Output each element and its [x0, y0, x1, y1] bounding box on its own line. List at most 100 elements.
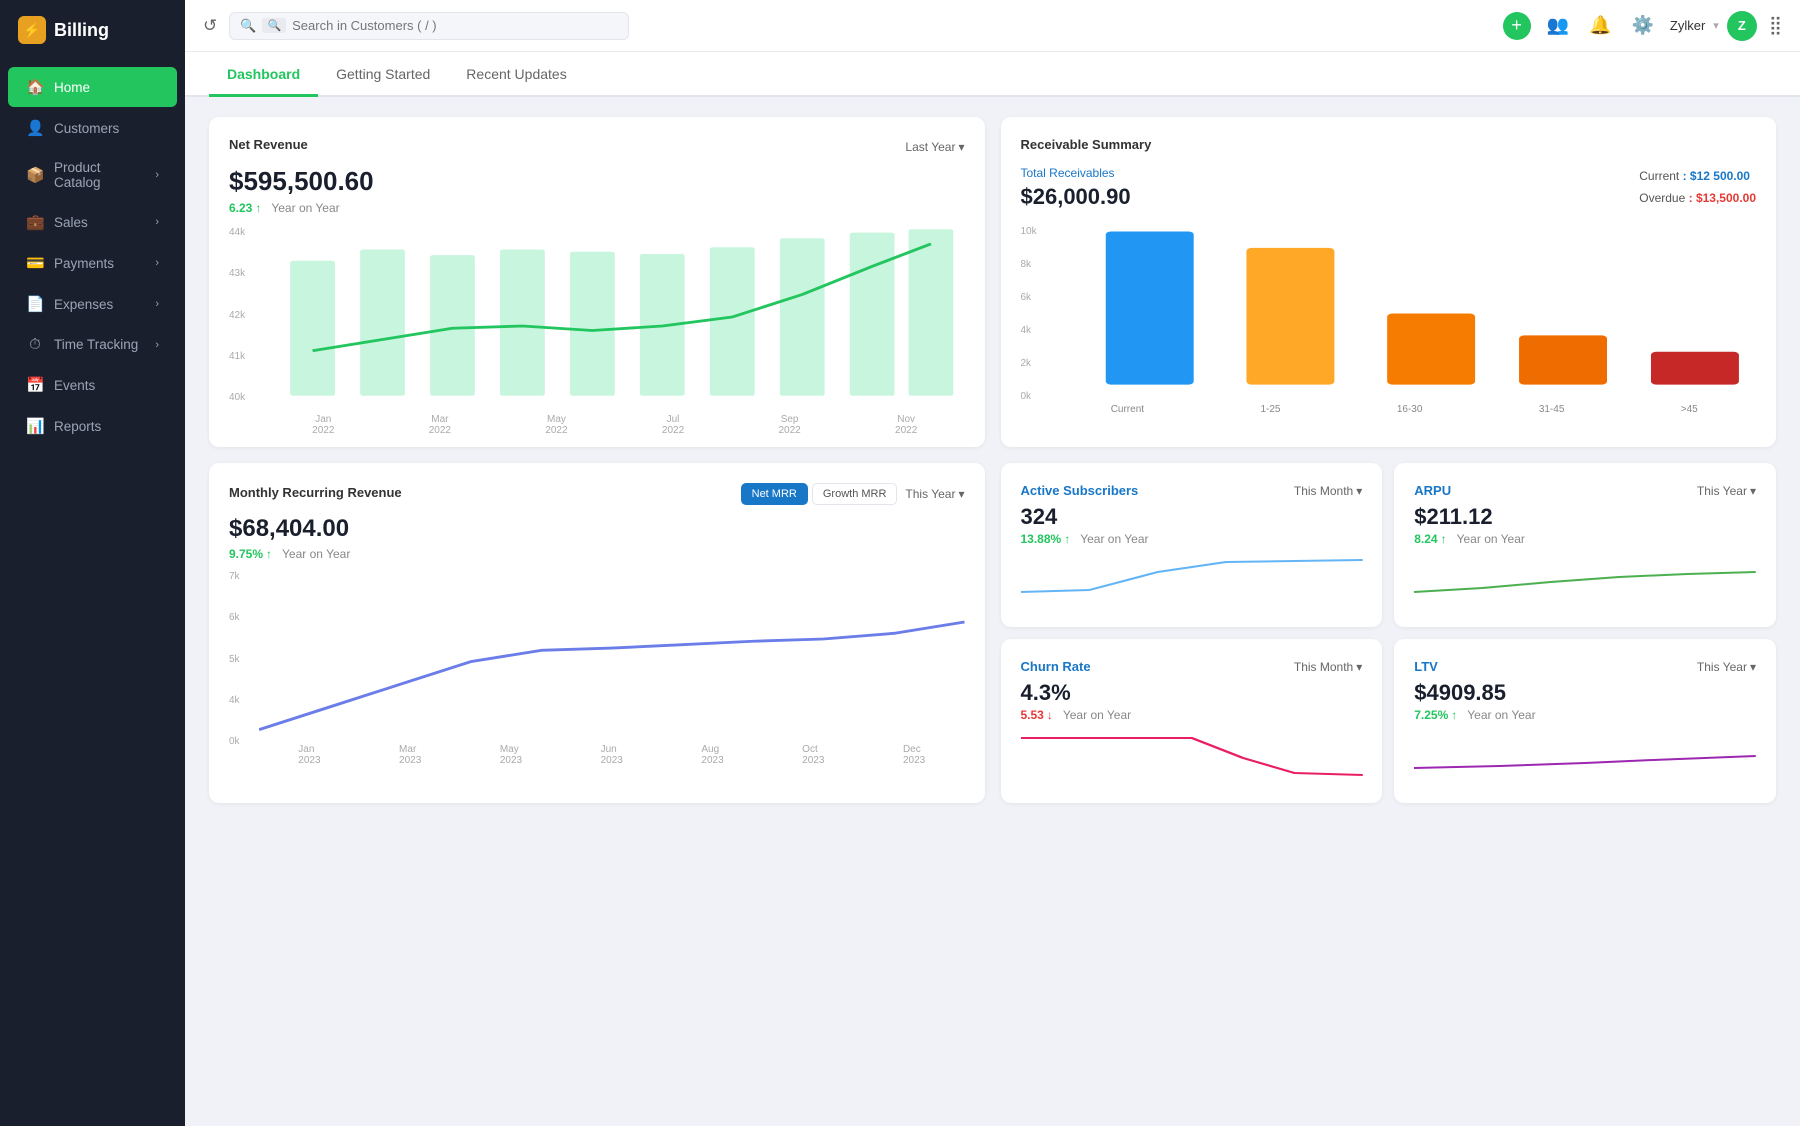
x-axis-labels: Jan2022 Mar2022 May2022 Jul2022 Sep2022 … — [265, 414, 965, 436]
tab-dashboard[interactable]: Dashboard — [209, 52, 318, 97]
ltv-card: LTV This Year ▾ $4909.85 7.25%↑ Year on … — [1394, 639, 1776, 803]
sidebar-item-payments[interactable]: 💳 Payments › — [8, 243, 177, 283]
sidebar-item-time-tracking[interactable]: ⏱ Time Tracking › — [8, 325, 177, 364]
chevron-down-icon: ▾ — [1713, 19, 1719, 32]
metric-cards-grid: Active Subscribers This Month ▾ 324 13.8… — [1001, 463, 1777, 803]
search-container: 🔍 🔍 — [229, 12, 629, 40]
add-button[interactable]: + — [1503, 12, 1531, 40]
mrr-card: Monthly Recurring Revenue Net MRR Growth… — [209, 463, 985, 803]
sidebar-item-label: Sales — [54, 215, 88, 230]
customers-icon: 👤 — [26, 119, 44, 137]
arpu-period[interactable]: This Year ▾ — [1697, 484, 1756, 498]
settings-icon[interactable]: ⚙️ — [1627, 11, 1657, 40]
as-yoy-badge: 13.88%↑ — [1021, 532, 1071, 546]
content-area: Dashboard Getting Started Recent Updates… — [185, 52, 1800, 1126]
net-mrr-button[interactable]: Net MRR — [741, 483, 808, 505]
chevron-right-icon: › — [155, 339, 159, 351]
arpu-yoy-label: Year on Year — [1457, 532, 1525, 546]
yoy-label: Year on Year — [271, 201, 339, 215]
sidebar-item-label: Home — [54, 80, 90, 95]
sidebar-item-label: Time Tracking — [54, 337, 138, 352]
app-name: Billing — [54, 20, 109, 41]
net-revenue-card: Net Revenue Last Year ▾ $595,500.60 6.23… — [209, 117, 985, 447]
sidebar-item-label: Product Catalog — [54, 160, 145, 190]
chevron-right-icon: › — [155, 257, 159, 269]
avatar: Z — [1727, 11, 1757, 41]
yoy-badge: 6.23 ↑ — [229, 201, 261, 215]
mrr-yoy-label: Year on Year — [282, 547, 350, 561]
y-axis-labels: 44k43k42k41k40k — [229, 227, 265, 403]
churn-rate-period[interactable]: This Month ▾ — [1294, 660, 1362, 674]
active-subscribers-card: Active Subscribers This Month ▾ 324 13.8… — [1001, 463, 1383, 627]
recv-x-labels: Current1-2516-3031-45>45 — [1053, 404, 1757, 415]
sidebar-item-label: Reports — [54, 419, 101, 434]
as-yoy-label: Year on Year — [1080, 532, 1148, 546]
arpu-value: $211.12 — [1414, 504, 1756, 530]
apps-grid-icon[interactable]: ⣿ — [1769, 15, 1782, 36]
ltv-value: $4909.85 — [1414, 680, 1756, 706]
ltv-sparkline — [1414, 728, 1756, 778]
notifications-icon[interactable]: 🔔 — [1585, 11, 1615, 40]
receivable-details: Current : $12 500.00 Overdue : $13,500.0… — [1639, 166, 1756, 209]
topbar: ↺ 🔍 🔍 + 👥 🔔 ⚙️ Zylker ▾ Z ⣿ — [185, 0, 1800, 52]
main-area: ↺ 🔍 🔍 + 👥 🔔 ⚙️ Zylker ▾ Z ⣿ Dashboard Ge… — [185, 0, 1800, 1126]
home-icon: 🏠 — [26, 78, 44, 96]
refresh-button[interactable]: ↺ — [203, 16, 217, 36]
active-subscribers-title: Active Subscribers — [1021, 483, 1139, 498]
arpu-title: ARPU — [1414, 483, 1451, 498]
net-revenue-title: Net Revenue — [229, 137, 308, 152]
sidebar-item-sales[interactable]: 💼 Sales › — [8, 202, 177, 242]
sidebar-item-product-catalog[interactable]: 📦 Product Catalog › — [8, 149, 177, 201]
contacts-icon[interactable]: 👥 — [1543, 11, 1573, 40]
tab-getting-started[interactable]: Getting Started — [318, 52, 448, 97]
arpu-sparkline — [1414, 552, 1756, 602]
active-subscribers-period[interactable]: This Month ▾ — [1294, 484, 1362, 498]
ltv-yoy-label: Year on Year — [1467, 708, 1535, 722]
sidebar-nav: 🏠 Home 👤 Customers 📦 Product Catalog › 💼… — [0, 60, 185, 453]
tab-recent-updates[interactable]: Recent Updates — [448, 52, 584, 97]
mrr-toggle-group: Net MRR Growth MRR — [741, 483, 898, 505]
sidebar-item-label: Customers — [54, 121, 119, 136]
sidebar-item-label: Payments — [54, 256, 114, 271]
user-menu[interactable]: Zylker ▾ Z — [1670, 11, 1757, 41]
arpu-yoy-badge: 8.24↑ — [1414, 532, 1446, 546]
recv-y-labels: 10k8k6k4k2k0k — [1021, 226, 1051, 402]
search-input[interactable] — [292, 18, 618, 33]
tab-bar: Dashboard Getting Started Recent Updates — [185, 52, 1800, 97]
churn-rate-card: Churn Rate This Month ▾ 4.3% 5.53↓ Year … — [1001, 639, 1383, 803]
net-revenue-chart — [265, 227, 965, 407]
sidebar-item-home[interactable]: 🏠 Home — [8, 67, 177, 107]
user-name: Zylker — [1670, 18, 1705, 33]
events-icon: 📅 — [26, 376, 44, 394]
churn-yoy-label: Year on Year — [1063, 708, 1131, 722]
app-logo: ⚡ Billing — [0, 0, 185, 60]
total-receivables-value: $26,000.90 — [1021, 184, 1131, 210]
active-subscribers-value: 324 — [1021, 504, 1363, 530]
search-scope-badge: 🔍 — [262, 18, 286, 33]
sidebar-item-label: Expenses — [54, 297, 113, 312]
chevron-down-icon: ▾ — [1356, 484, 1362, 498]
as-sparkline — [1021, 552, 1363, 602]
sidebar-item-expenses[interactable]: 📄 Expenses › — [8, 284, 177, 324]
churn-rate-value: 4.3% — [1021, 680, 1363, 706]
mrr-value: $68,404.00 — [229, 515, 965, 543]
chevron-down-icon: ▾ — [1750, 660, 1756, 674]
logo-icon: ⚡ — [18, 16, 46, 44]
net-revenue-period[interactable]: Last Year ▾ — [905, 140, 964, 154]
net-revenue-value: $595,500.60 — [229, 166, 965, 197]
expenses-icon: 📄 — [26, 295, 44, 313]
chevron-right-icon: › — [155, 298, 159, 310]
product-catalog-icon: 📦 — [26, 166, 44, 184]
ltv-period[interactable]: This Year ▾ — [1697, 660, 1756, 674]
mrr-chart — [259, 571, 965, 741]
growth-mrr-button[interactable]: Growth MRR — [812, 483, 898, 505]
chevron-right-icon: › — [155, 216, 159, 228]
mrr-period[interactable]: This Year ▾ — [905, 487, 964, 501]
sidebar-item-customers[interactable]: 👤 Customers — [8, 108, 177, 148]
chevron-down-icon: ▾ — [1356, 660, 1362, 674]
payments-icon: 💳 — [26, 254, 44, 272]
sidebar-item-events[interactable]: 📅 Events — [8, 365, 177, 405]
mrr-x-labels: Jan2023Mar2023May2023 Jun2023Aug2023Oct2… — [259, 744, 965, 766]
chevron-down-icon: ▾ — [958, 487, 964, 501]
sidebar-item-reports[interactable]: 📊 Reports — [8, 406, 177, 446]
